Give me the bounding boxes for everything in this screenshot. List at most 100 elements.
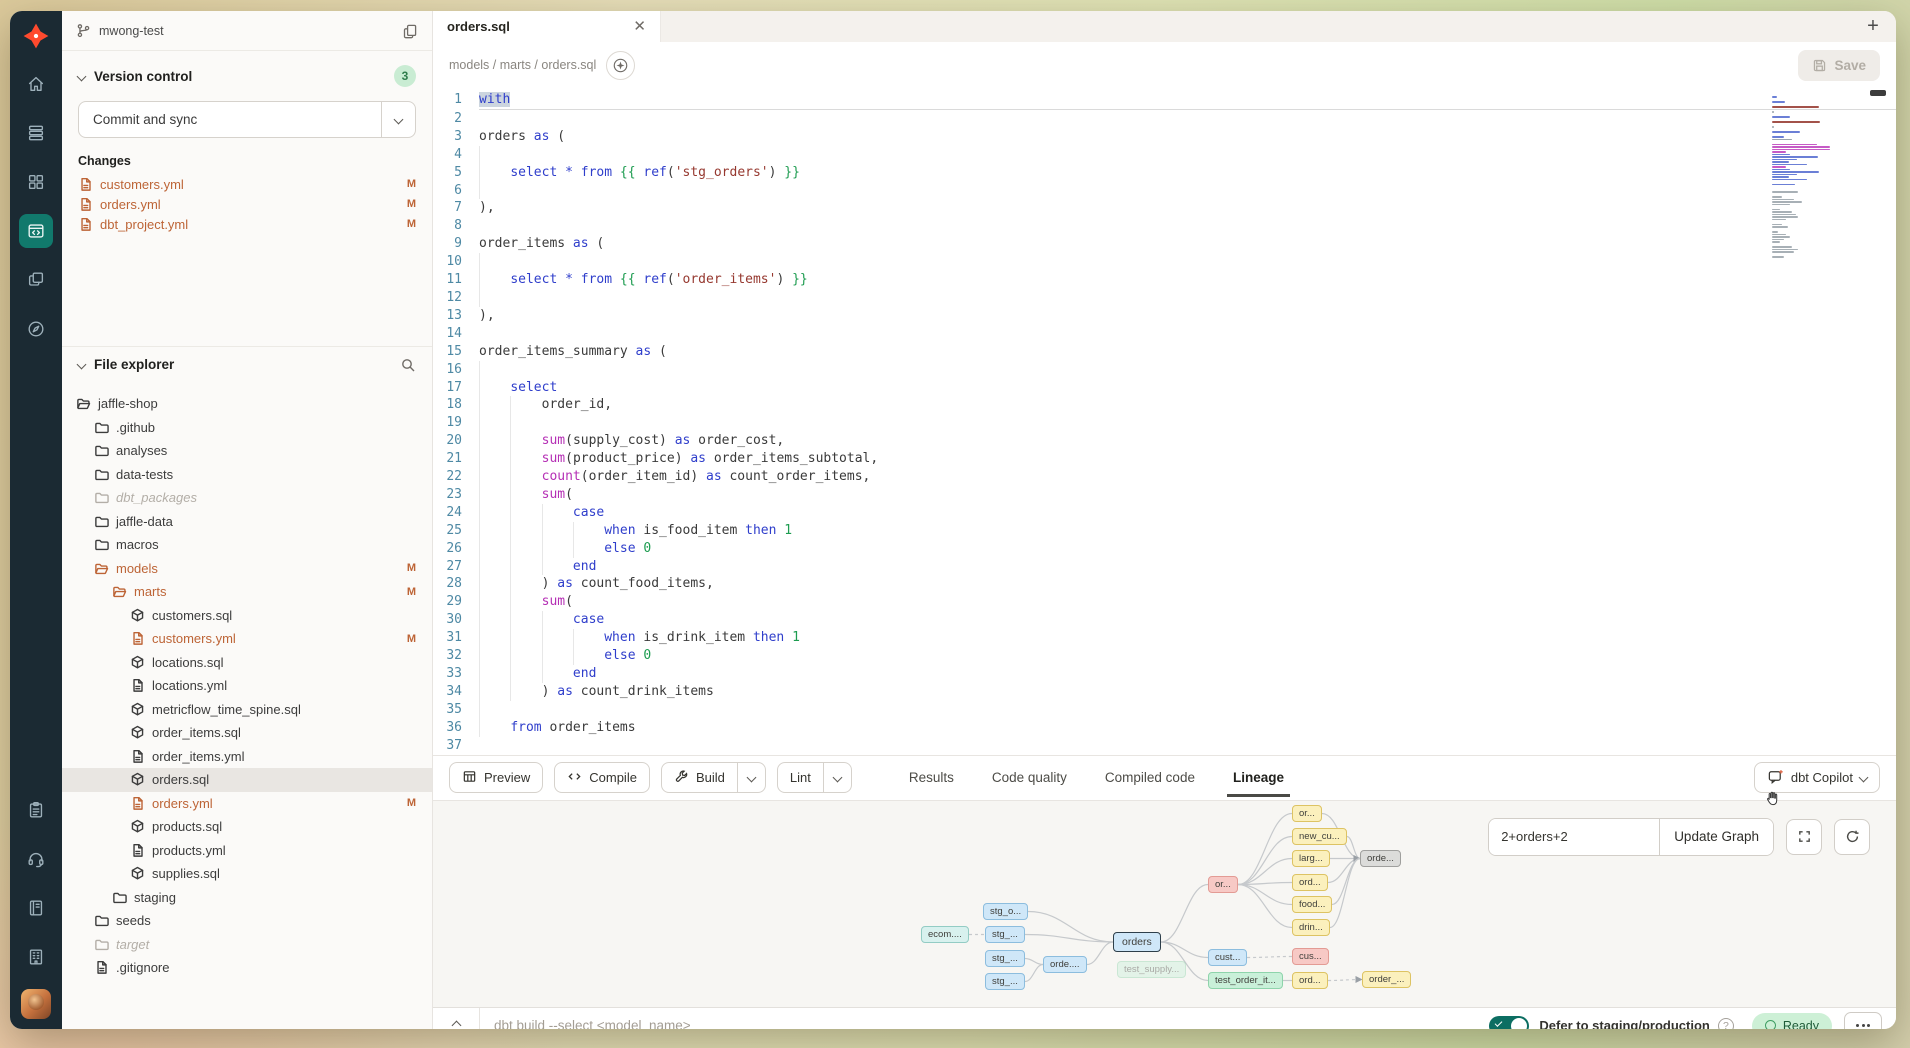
tab-lineage[interactable]: Lineage <box>1231 758 1286 797</box>
build-button[interactable]: Build <box>661 762 766 793</box>
tree-item-orders-sql[interactable]: orders.sql <box>62 768 432 792</box>
lineage-node-y5[interactable]: food... <box>1292 896 1332 913</box>
compile-button[interactable]: Compile <box>554 762 650 793</box>
lineage-node-y2[interactable]: new_cu... <box>1292 828 1347 845</box>
tree-item-metricflow-time-spine-sql[interactable]: metricflow_time_spine.sql <box>62 698 432 722</box>
notes-clipboard-icon[interactable] <box>19 793 53 827</box>
more-options-button[interactable] <box>1844 1012 1882 1029</box>
changed-file[interactable]: dbt_project.ymlM <box>78 214 416 234</box>
editor-tabbar: orders.sql ✕ + <box>433 11 1896 42</box>
explore-compass-icon[interactable] <box>19 312 53 346</box>
commit-options-caret[interactable] <box>381 102 415 137</box>
tree-item-analyses[interactable]: analyses <box>62 439 432 463</box>
tree-item-dbt-packages[interactable]: dbt_packages <box>62 486 432 510</box>
update-graph-button[interactable]: Update Graph <box>1659 819 1773 855</box>
tree-item-macros[interactable]: macros <box>62 533 432 557</box>
docs-journal-icon[interactable] <box>19 891 53 925</box>
lineage-node-y3[interactable]: larg... <box>1292 850 1330 867</box>
lineage-edge <box>1025 958 1043 964</box>
lineage-node-ordgray[interactable]: orde... <box>1360 850 1401 867</box>
code-line-34: 34 ) as count_drink_items <box>433 683 1896 701</box>
lineage-node-stg3[interactable]: stg_... <box>985 950 1025 967</box>
lineage-node-y8[interactable]: order_... <box>1362 971 1411 988</box>
organization-building-icon[interactable] <box>19 940 53 974</box>
tree-item-products-yml[interactable]: products.yml <box>62 839 432 863</box>
tree-item-locations-sql[interactable]: locations.sql <box>62 651 432 675</box>
lint-options-caret[interactable] <box>823 763 851 792</box>
file-explorer-header[interactable]: File explorer <box>62 346 432 382</box>
lineage-node-stg2[interactable]: stg_... <box>985 926 1025 943</box>
defer-toggle[interactable] <box>1489 1016 1529 1029</box>
apps-grid-icon[interactable] <box>19 165 53 199</box>
fullscreen-icon[interactable] <box>1786 819 1822 855</box>
tree-item-staging[interactable]: staging <box>62 886 432 910</box>
minimap[interactable] <box>1772 96 1836 259</box>
search-icon[interactable] <box>400 357 416 373</box>
tab-code-quality[interactable]: Code quality <box>990 758 1069 797</box>
tree-item--gitignore[interactable]: .gitignore <box>62 956 432 980</box>
lineage-node-y1[interactable]: or... <box>1292 805 1322 822</box>
new-tab-button[interactable]: + <box>1850 11 1896 42</box>
tree-item-seeds[interactable]: seeds <box>62 909 432 933</box>
tree-item--github[interactable]: .github <box>62 416 432 440</box>
home-icon[interactable] <box>19 67 53 101</box>
tree-item-customers-sql[interactable]: customers.sql <box>62 604 432 628</box>
projects-windows-icon[interactable] <box>19 263 53 297</box>
develop-ide-icon[interactable] <box>19 214 53 248</box>
scrollbar-thumb[interactable] <box>1870 90 1886 96</box>
lineage-node-y4[interactable]: ord... <box>1292 874 1328 891</box>
lineage-node-orders[interactable]: orders <box>1113 932 1161 952</box>
tree-item-data-tests[interactable]: data-tests <box>62 463 432 487</box>
lineage-node-orpink[interactable]: or... <box>1208 876 1238 893</box>
lineage-node-cuspink[interactable]: cus... <box>1292 948 1329 965</box>
tree-item-order-items-sql[interactable]: order_items.sql <box>62 721 432 745</box>
tree-item-customers-yml[interactable]: customers.ymlM <box>62 627 432 651</box>
deploy-stack-icon[interactable] <box>19 116 53 150</box>
tab-orders-sql[interactable]: orders.sql ✕ <box>433 11 661 42</box>
refresh-icon[interactable] <box>1834 819 1870 855</box>
command-input[interactable] <box>480 1018 1489 1029</box>
support-headset-icon[interactable] <box>19 842 53 876</box>
docs-compass-button[interactable] <box>606 51 635 80</box>
lineage-node-y7[interactable]: ord... <box>1292 972 1328 989</box>
dbt-logo-icon <box>21 21 51 51</box>
file-explorer-title: File explorer <box>94 357 174 372</box>
lineage-node-stg4[interactable]: stg_... <box>985 973 1025 990</box>
lineage-node-cust[interactable]: cust... <box>1208 949 1247 966</box>
code-line-11: 11 select * from {{ ref('order_items') }… <box>433 271 1896 289</box>
lineage-node-stg1[interactable]: stg_o... <box>983 903 1028 920</box>
lineage-node-ecom[interactable]: ecom.... <box>921 926 969 943</box>
lineage-node-testoi[interactable]: test_order_it... <box>1208 972 1283 989</box>
changed-file[interactable]: customers.ymlM <box>78 174 416 194</box>
lint-button[interactable]: Lint <box>777 762 852 793</box>
tree-item-order-items-yml[interactable]: order_items.yml <box>62 745 432 769</box>
lineage-node-ordi[interactable]: orde.... <box>1043 956 1087 973</box>
tab-compiled-code[interactable]: Compiled code <box>1103 758 1197 797</box>
changed-file[interactable]: orders.ymlM <box>78 194 416 214</box>
tree-item-products-sql[interactable]: products.sql <box>62 815 432 839</box>
preview-button[interactable]: Preview <box>449 762 543 793</box>
tree-item-locations-yml[interactable]: locations.yml <box>62 674 432 698</box>
lineage-node-testsup[interactable]: test_supply... <box>1117 961 1186 978</box>
help-icon[interactable]: ? <box>1718 1018 1734 1029</box>
save-button[interactable]: Save <box>1798 50 1880 81</box>
tree-item-target[interactable]: target <box>62 933 432 957</box>
lineage-node-y6[interactable]: drin... <box>1292 919 1330 936</box>
tree-item-jaffle-data[interactable]: jaffle-data <box>62 510 432 534</box>
tab-results[interactable]: Results <box>907 758 956 797</box>
tree-item-orders-yml[interactable]: orders.ymlM <box>62 792 432 816</box>
tree-item-models[interactable]: modelsM <box>62 557 432 581</box>
collapse-command-bar-button[interactable] <box>433 1022 479 1029</box>
commit-and-sync-button[interactable]: Commit and sync <box>78 101 416 138</box>
lineage-filter-input[interactable] <box>1489 819 1659 855</box>
copy-pages-icon[interactable] <box>402 23 418 39</box>
tree-item-jaffle-shop[interactable]: jaffle-shop <box>62 392 432 416</box>
tree-item-marts[interactable]: martsM <box>62 580 432 604</box>
code-editor[interactable]: 1with23orders as (45 select * from {{ re… <box>433 88 1896 755</box>
close-tab-icon[interactable]: ✕ <box>633 19 646 34</box>
tree-item-supplies-sql[interactable]: supplies.sql <box>62 862 432 886</box>
build-options-caret[interactable] <box>737 763 765 792</box>
version-control-header[interactable]: Version control 3 <box>78 61 416 91</box>
user-avatar[interactable] <box>21 989 51 1019</box>
lineage-edge <box>1247 956 1292 957</box>
